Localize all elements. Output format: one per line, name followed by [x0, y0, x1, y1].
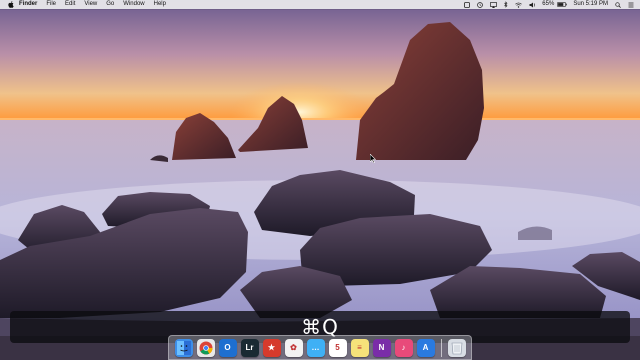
extension-icon[interactable] — [464, 0, 471, 9]
itunes-icon[interactable]: ♪ — [394, 338, 413, 357]
desktop[interactable]: Finder File Edit View Go Window Help 65%… — [0, 0, 640, 360]
menu-bar: Finder File Edit View Go Window Help 65%… — [0, 0, 640, 9]
bluetooth-icon[interactable] — [504, 0, 508, 9]
dock: O Lr ★ ✿ … 5 ≡ N ♪ A — [168, 335, 472, 360]
outlook-glyph: O — [224, 343, 231, 352]
spotlight-icon[interactable] — [615, 0, 621, 9]
photos-icon[interactable]: ✿ — [284, 338, 303, 357]
menu-help[interactable]: Help — [154, 0, 166, 9]
onenote-glyph: N — [378, 343, 385, 352]
notes-icon[interactable]: ≡ — [350, 338, 369, 357]
apple-menu-icon[interactable] — [7, 0, 14, 9]
menu-go[interactable]: Go — [106, 0, 114, 9]
lightroom-icon[interactable]: Lr — [240, 338, 259, 357]
outlook-icon[interactable]: O — [218, 338, 237, 357]
mouse-cursor — [370, 154, 376, 163]
itunes-glyph: ♪ — [401, 343, 406, 352]
appstore-icon[interactable]: A — [416, 338, 435, 357]
menu-file[interactable]: File — [46, 0, 56, 9]
wifi-icon[interactable] — [515, 0, 523, 9]
volume-icon[interactable] — [529, 0, 536, 9]
time-machine-icon[interactable] — [477, 0, 484, 9]
notes-glyph: ≡ — [357, 343, 362, 352]
wallpaper — [0, 0, 640, 360]
calendar-icon[interactable]: 5 — [328, 338, 347, 357]
menu-edit[interactable]: Edit — [65, 0, 75, 9]
menu-window[interactable]: Window — [123, 0, 144, 9]
trash-icon[interactable] — [447, 338, 466, 357]
lightroom-glyph: Lr — [245, 343, 254, 352]
photos-glyph: ✿ — [290, 343, 297, 352]
calendar-glyph: 5 — [335, 343, 340, 352]
messages-icon[interactable]: … — [306, 338, 325, 357]
flashcard-glyph: ★ — [267, 343, 276, 352]
menu-view[interactable]: View — [84, 0, 97, 9]
chrome-icon[interactable] — [196, 338, 215, 357]
onenote-icon[interactable]: N — [372, 338, 391, 357]
appstore-glyph: A — [422, 343, 429, 352]
battery-icon[interactable] — [557, 0, 568, 9]
menu-app-name[interactable]: Finder — [19, 0, 37, 9]
notification-center-icon[interactable] — [628, 0, 634, 9]
dock-separator — [440, 338, 442, 357]
menubar-clock[interactable]: Sun 5:19 PM — [573, 0, 608, 9]
battery-percent: 65% — [542, 1, 555, 7]
airplay-icon[interactable] — [490, 0, 498, 9]
finder-icon[interactable] — [174, 338, 193, 357]
flashcard-icon[interactable]: ★ — [262, 338, 281, 357]
messages-glyph: … — [311, 343, 320, 352]
